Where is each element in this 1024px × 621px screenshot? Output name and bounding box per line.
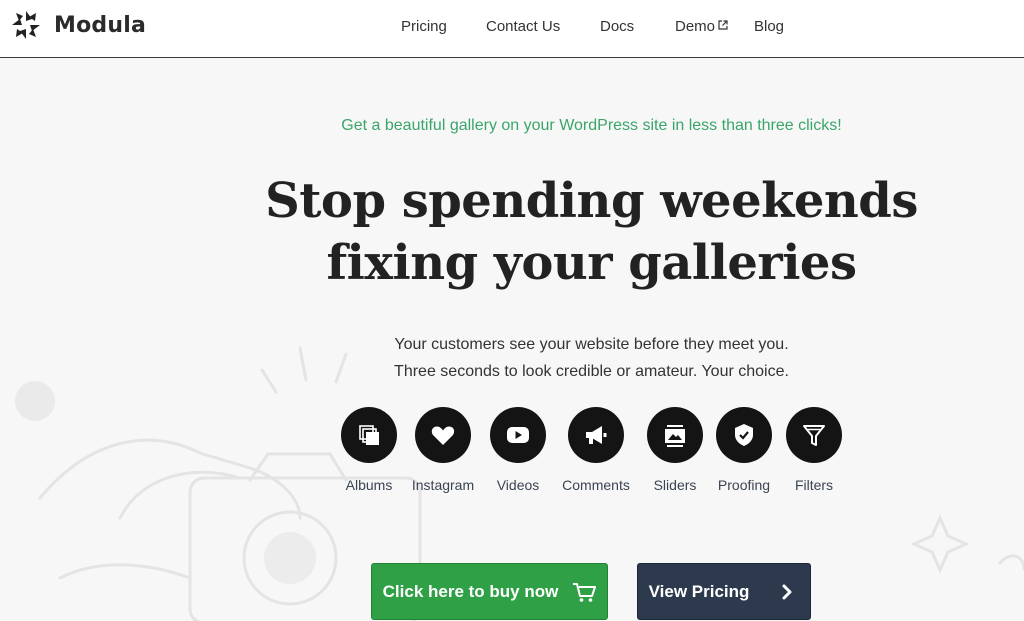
view-pricing-button[interactable]: View Pricing <box>637 563 811 620</box>
hero-headline-line2: fixing your galleries <box>326 235 857 291</box>
site-header: Modula Pricing Contact Us Docs Demo Blog <box>0 0 1024 58</box>
slider-image-icon <box>665 425 685 447</box>
feature-videos-label: Videos <box>496 477 540 493</box>
external-link-icon <box>718 20 728 30</box>
heart-icon <box>431 426 455 445</box>
view-pricing-label: View Pricing <box>648 581 750 601</box>
feature-list: Albums Instagram Videos Comments Sliders… <box>0 407 1024 507</box>
nav-demo[interactable]: Demo <box>675 18 728 35</box>
feature-comments[interactable]: Comments <box>551 407 641 493</box>
nav-docs[interactable]: Docs <box>600 18 634 35</box>
brand-logo[interactable]: Modula <box>10 9 146 41</box>
albums-icon <box>359 425 379 445</box>
nav-blog[interactable]: Blog <box>754 18 784 35</box>
chevron-right-icon <box>782 584 792 599</box>
video-play-icon <box>507 427 529 443</box>
hero-subtext-line1: Your customers see your website before t… <box>394 336 789 353</box>
hero-headline: Stop spending weekends fixing your galle… <box>0 170 1024 294</box>
filter-funnel-icon <box>803 425 825 446</box>
nav-pricing[interactable]: Pricing <box>401 18 447 35</box>
cart-icon <box>573 582 597 602</box>
feature-videos[interactable]: Videos <box>473 407 563 493</box>
shield-check-icon <box>735 424 753 446</box>
hero-subtext-line2: Three seconds to look credible or amateu… <box>394 363 789 380</box>
nav-demo-label: Demo <box>675 18 716 35</box>
hero-headline-line1: Stop spending weekends <box>265 173 918 229</box>
megaphone-icon <box>586 426 607 444</box>
feature-comments-label: Comments <box>562 477 630 493</box>
hero-subtext: Your customers see your website before t… <box>0 331 1024 385</box>
brand-name: Modula <box>54 12 147 38</box>
buy-now-label: Click here to buy now <box>382 581 559 601</box>
modula-logo-icon <box>12 11 40 39</box>
feature-filters-label: Filters <box>794 477 834 493</box>
nav-contact-us[interactable]: Contact Us <box>486 18 560 35</box>
hero-tagline: Get a beautiful gallery on your WordPres… <box>341 117 842 134</box>
buy-now-button[interactable]: Click here to buy now <box>371 563 608 620</box>
feature-filters[interactable]: Filters <box>769 407 859 493</box>
